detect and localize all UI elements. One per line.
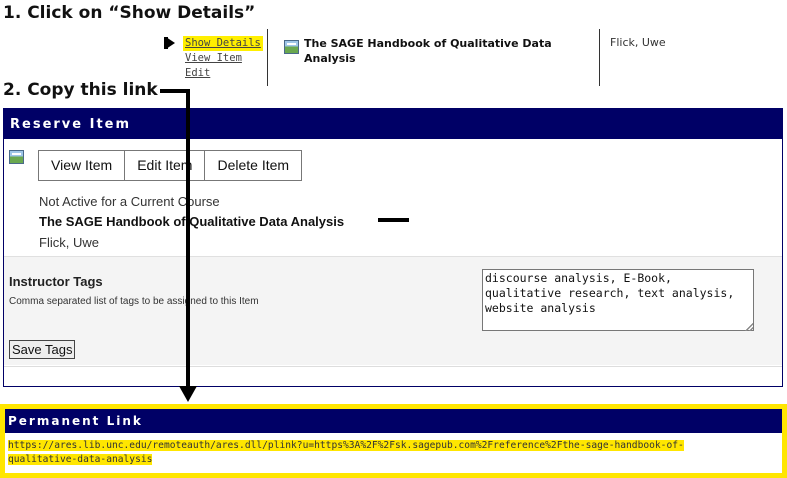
section-divider (4, 366, 782, 367)
permanent-link-url-line2[interactable]: qualitative-data-analysis (8, 454, 153, 465)
listing-author: Flick, Uwe (610, 36, 666, 49)
instructor-tags-label: Instructor Tags (9, 274, 103, 289)
permanent-link-url[interactable]: https://ares.lib.unc.edu/remoteauth/ares… (5, 433, 782, 467)
item-action-buttons: View Item Edit Item Delete Item (38, 150, 303, 181)
save-tags-button[interactable]: Save Tags (9, 340, 76, 359)
annotation-dash (378, 218, 409, 222)
permanent-link-highlight: Permanent Link https://ares.lib.unc.edu/… (0, 404, 787, 478)
view-item-link[interactable]: View Item (185, 51, 263, 66)
reserve-item-header: Reserve Item (4, 109, 782, 139)
item-author: Flick, Uwe (39, 235, 99, 250)
listing-title: The SAGE Handbook of Qualitative Data An… (304, 37, 552, 65)
view-item-button[interactable]: View Item (39, 151, 126, 180)
item-title: The SAGE Handbook of Qualitative Data An… (39, 214, 345, 229)
instruction-step-1: 1. Click on “Show Details” (3, 3, 256, 23)
ebook-icon (9, 150, 24, 164)
column-divider (267, 29, 268, 86)
course-status: Not Active for a Current Course (39, 194, 220, 209)
listing-item-links: Show Details View Item Edit (183, 36, 263, 81)
annotation-arrow-vertical (186, 89, 190, 389)
edit-item-button[interactable]: Edit Item (125, 151, 206, 180)
instructor-tags-input[interactable]: discourse analysis, E-Book, qualitative … (482, 269, 754, 331)
ebook-icon (284, 40, 299, 54)
edit-link[interactable]: Edit (185, 66, 263, 81)
instruction-step-2: 2. Copy this link (3, 80, 158, 100)
instructor-tags-help: Comma separated list of tags to be assig… (9, 296, 259, 307)
show-details-link[interactable]: Show Details (183, 36, 263, 51)
instructor-tags-section: Instructor Tags Comma separated list of … (4, 256, 782, 365)
pointer-arrow-icon (164, 37, 175, 49)
column-divider (599, 29, 600, 86)
resize-grip-icon[interactable] (745, 323, 753, 331)
annotation-arrow-head (179, 386, 197, 402)
delete-item-button[interactable]: Delete Item (205, 151, 302, 180)
reserve-item-panel: Reserve Item View Item Edit Item Delete … (3, 108, 783, 387)
permanent-link-url-line1[interactable]: https://ares.lib.unc.edu/remoteauth/ares… (8, 440, 684, 451)
permanent-link-header: Permanent Link (5, 409, 782, 433)
permanent-link-panel: Permanent Link https://ares.lib.unc.edu/… (5, 409, 782, 473)
